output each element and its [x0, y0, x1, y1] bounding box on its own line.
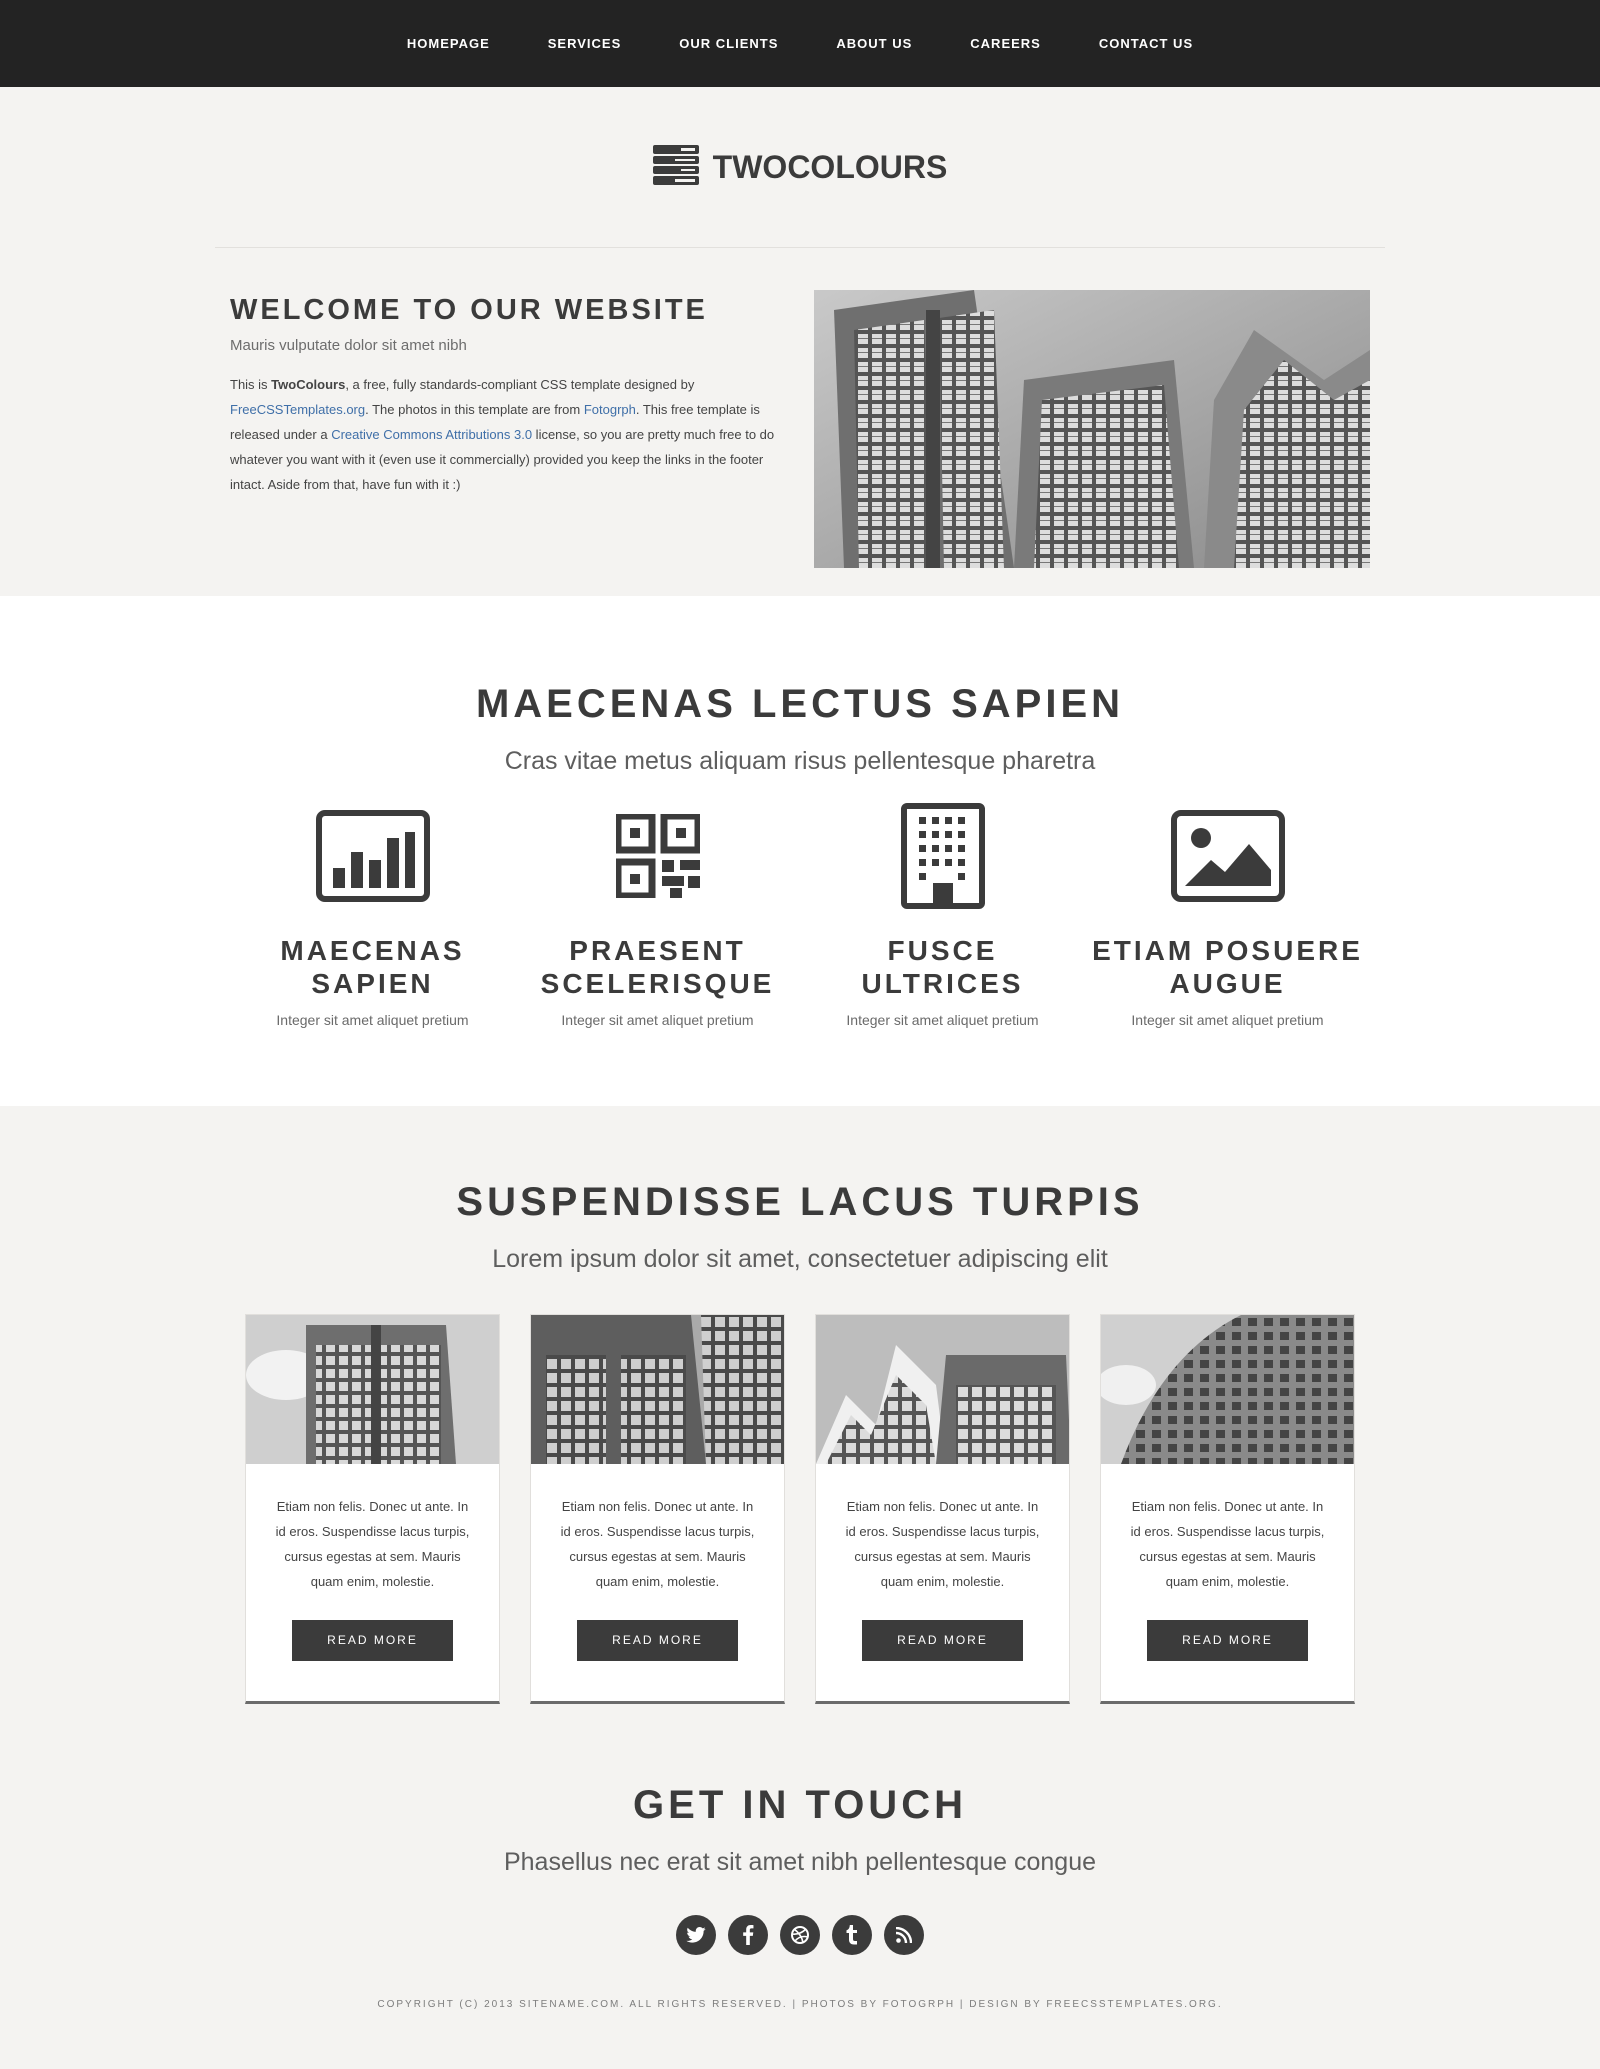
twitter-icon[interactable] — [676, 1915, 716, 1955]
top-navigation: Homepage Services Our Clients About Us C… — [0, 0, 1600, 87]
card-text: Etiam non felis. Donec ut ante. In id er… — [1130, 1499, 1325, 1589]
feature-title-line2: ULTRICES — [861, 968, 1024, 999]
image-icon — [1170, 809, 1285, 907]
touch-title: GET IN TOUCH — [633, 1783, 967, 1827]
card-text: Etiam non felis. Donec ut ante. In id er… — [275, 1499, 470, 1589]
features-subtitle: Cras vitae metus aliquam risus pellentes… — [504, 747, 1096, 775]
welcome-body: This is TwoColours, a free, fully standa… — [230, 377, 775, 492]
card-photo — [1101, 1315, 1354, 1464]
features-section: MAECENAS LECTUS SAPIEN Cras vitae metus … — [0, 596, 1600, 1106]
card-text: Etiam non felis. Donec ut ante. In id er… — [560, 1499, 755, 1589]
cards-title: SUSPENDISSE LACUS TURPIS — [456, 1180, 1144, 1224]
facebook-icon[interactable] — [728, 1915, 768, 1955]
creative-commons-link[interactable]: Creative Commons Attributions 3.0 — [331, 427, 532, 442]
footer-freecsstemplates-link[interactable]: FreeCSSTemplates.org — [1046, 1999, 1218, 2010]
card-text: Etiam non felis. Donec ut ante. In id er… — [845, 1499, 1040, 1589]
nav-contact-us[interactable]: Contact Us — [1070, 36, 1222, 51]
nav-about-us[interactable]: About Us — [807, 36, 941, 51]
menu-stack-icon — [652, 144, 699, 190]
nav-services[interactable]: Services — [519, 36, 651, 51]
logo[interactable]: TWOCOLOURS — [652, 144, 948, 190]
read-more-button[interactable]: READ MORE — [1147, 1620, 1308, 1661]
tumblr-icon[interactable] — [832, 1915, 872, 1955]
feature-title-line2: SAPIEN — [311, 968, 434, 999]
nav-our-clients[interactable]: Our Clients — [650, 36, 807, 51]
card-photo — [246, 1315, 499, 1464]
feature-title-line1: MAECENAS — [280, 935, 465, 966]
footer: Copyright (c) 2013 Sitename.com. All rig… — [377, 1999, 1223, 2010]
bar-chart-icon — [315, 809, 430, 907]
feature-title-line2: SCELERISQUE — [540, 968, 775, 999]
freecsstemplates-link[interactable]: FreeCSSTemplates.org — [230, 402, 365, 417]
feature-title-line1: ETIAM POSUERE — [1092, 935, 1363, 966]
welcome-building-photo — [814, 290, 1370, 568]
contact-section: GET IN TOUCH Phasellus nec erat sit amet… — [0, 1783, 1600, 2069]
card: Etiam non felis. Donec ut ante. In id er… — [1100, 1314, 1355, 1704]
cards-section: SUSPENDISSE LACUS TURPIS Lorem ipsum dol… — [0, 1106, 1600, 1783]
feature-text: Integer sit amet aliquet pretium — [1131, 1012, 1324, 1028]
site-header: TWOCOLOURS — [0, 87, 1600, 247]
welcome-section: WELCOME TO OUR WEBSITE Mauris vulputate … — [0, 248, 1600, 596]
welcome-subtitle: Mauris vulputate dolor sit amet nibh — [230, 337, 467, 354]
read-more-button[interactable]: READ MORE — [292, 1620, 453, 1661]
feature-title-line1: FUSCE — [887, 935, 998, 966]
feature-title-line2: AUGUE — [1169, 968, 1286, 999]
read-more-button[interactable]: READ MORE — [577, 1620, 738, 1661]
card-photo — [531, 1315, 784, 1464]
feature-item: PRAESENT SCELERISQUE Integer sit amet ali… — [515, 802, 800, 1028]
nav-careers[interactable]: Careers — [941, 36, 1070, 51]
qr-code-icon — [614, 812, 701, 903]
building-icon — [900, 802, 985, 914]
logo-text: TWOCOLOURS — [712, 148, 948, 185]
card-photo — [816, 1315, 1069, 1464]
card: Etiam non felis. Donec ut ante. In id er… — [530, 1314, 785, 1704]
fotogrph-link[interactable]: Fotogrph — [584, 402, 636, 417]
feature-title-line1: PRAESENT — [569, 935, 746, 966]
social-links — [0, 1915, 1600, 1955]
feature-item: FUSCE ULTRICES Integer sit amet aliquet p… — [800, 802, 1085, 1028]
card: Etiam non felis. Donec ut ante. In id er… — [815, 1314, 1070, 1704]
feature-text: Integer sit amet aliquet pretium — [561, 1012, 754, 1028]
touch-subtitle: Phasellus nec erat sit amet nibh pellent… — [503, 1848, 1097, 1876]
feature-item: ETIAM POSUERE AUGUE Integer sit amet aliq… — [1085, 802, 1370, 1028]
feature-item: MAECENAS SAPIEN Integer sit amet aliquet … — [230, 802, 515, 1028]
feature-text: Integer sit amet aliquet pretium — [276, 1012, 469, 1028]
dribbble-icon[interactable] — [780, 1915, 820, 1955]
rss-icon[interactable] — [884, 1915, 924, 1955]
cards-subtitle: Lorem ipsum dolor sit amet, consectetuer… — [492, 1245, 1108, 1273]
read-more-button[interactable]: READ MORE — [862, 1620, 1023, 1661]
feature-text: Integer sit amet aliquet pretium — [846, 1012, 1039, 1028]
nav-homepage[interactable]: Homepage — [378, 36, 519, 51]
card: Etiam non felis. Donec ut ante. In id er… — [245, 1314, 500, 1704]
footer-fotogrph-link[interactable]: Fotogrph — [883, 1999, 955, 2010]
features-title: MAECENAS LECTUS SAPIEN — [475, 682, 1125, 726]
welcome-title: WELCOME TO OUR WEBSITE — [230, 294, 708, 326]
